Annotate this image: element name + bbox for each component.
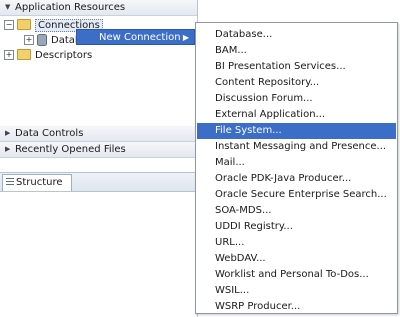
recently-opened-files-header[interactable]: ▶ Recently Opened Files — [0, 142, 197, 158]
new-connection-menu-item[interactable]: New Connection ▶ — [76, 29, 195, 45]
submenu-item[interactable]: Worklist and Personal To-Dos... — [197, 267, 396, 283]
submenu-item[interactable]: Discussion Forum... — [197, 91, 396, 107]
submenu-item[interactable]: Content Repository... — [197, 75, 396, 91]
application-resources-label: Application Resources — [15, 2, 126, 13]
submenu-item[interactable]: External Application... — [197, 107, 396, 123]
expand-node-icon[interactable]: + — [4, 50, 14, 60]
collapse-node-icon[interactable]: − — [4, 20, 14, 30]
collapse-triangle-icon[interactable]: ▼ — [5, 0, 15, 15]
submenu-arrow-icon: ▶ — [182, 33, 189, 42]
tab-structure-label: Structure — [16, 177, 63, 188]
submenu-item[interactable]: WebDAV... — [197, 251, 396, 267]
database-icon — [37, 34, 47, 46]
submenu-item[interactable]: Instant Messaging and Presence... — [197, 139, 396, 155]
tree-node-descriptors[interactable]: + Descriptors — [4, 48, 92, 63]
new-connection-submenu: Database... BAM... BI Presentation Service… — [195, 22, 398, 314]
navigator-panel: ▼Application Resources −Connections +Dat… — [0, 0, 198, 317]
submenu-item[interactable]: UDDI Registry... — [197, 219, 396, 235]
submenu-item[interactable]: Mail... — [197, 155, 396, 171]
data-controls-label: Data Controls — [15, 128, 84, 139]
submenu-item[interactable]: WSRP Producer... — [197, 299, 396, 315]
data-controls-header[interactable]: ▶ Data Controls — [0, 126, 197, 142]
submenu-item[interactable]: File System... — [197, 123, 396, 139]
structure-icon — [6, 178, 14, 186]
tab-structure[interactable]: Structure — [2, 174, 72, 191]
expand-node-icon[interactable]: + — [24, 35, 34, 45]
submenu-item[interactable]: SOA-MDS... — [197, 203, 396, 219]
submenu-item[interactable]: BI Presentation Services... — [197, 59, 396, 75]
folder-icon — [17, 48, 31, 60]
application-resources-header[interactable]: ▼ Application Resources — [0, 0, 197, 16]
structure-tab-bar: Structure — [0, 172, 197, 192]
new-connection-label: New Connection — [99, 32, 181, 43]
submenu-item[interactable]: Oracle Secure Enterprise Search... — [197, 187, 396, 203]
expand-triangle-icon[interactable]: ▶ — [5, 126, 15, 141]
recently-opened-files-label: Recently Opened Files — [15, 144, 126, 155]
submenu-item[interactable]: BAM... — [197, 43, 396, 59]
submenu-item[interactable]: WSIL... — [197, 283, 396, 299]
submenu-item[interactable]: Database... — [197, 27, 396, 43]
tree-node-descriptors-label: Descriptors — [35, 50, 93, 61]
submenu-item[interactable]: Oracle PDK-Java Producer... — [197, 171, 396, 187]
expand-triangle-icon[interactable]: ▶ — [5, 142, 15, 157]
submenu-item[interactable]: URL... — [197, 235, 396, 251]
folder-icon — [17, 18, 31, 30]
